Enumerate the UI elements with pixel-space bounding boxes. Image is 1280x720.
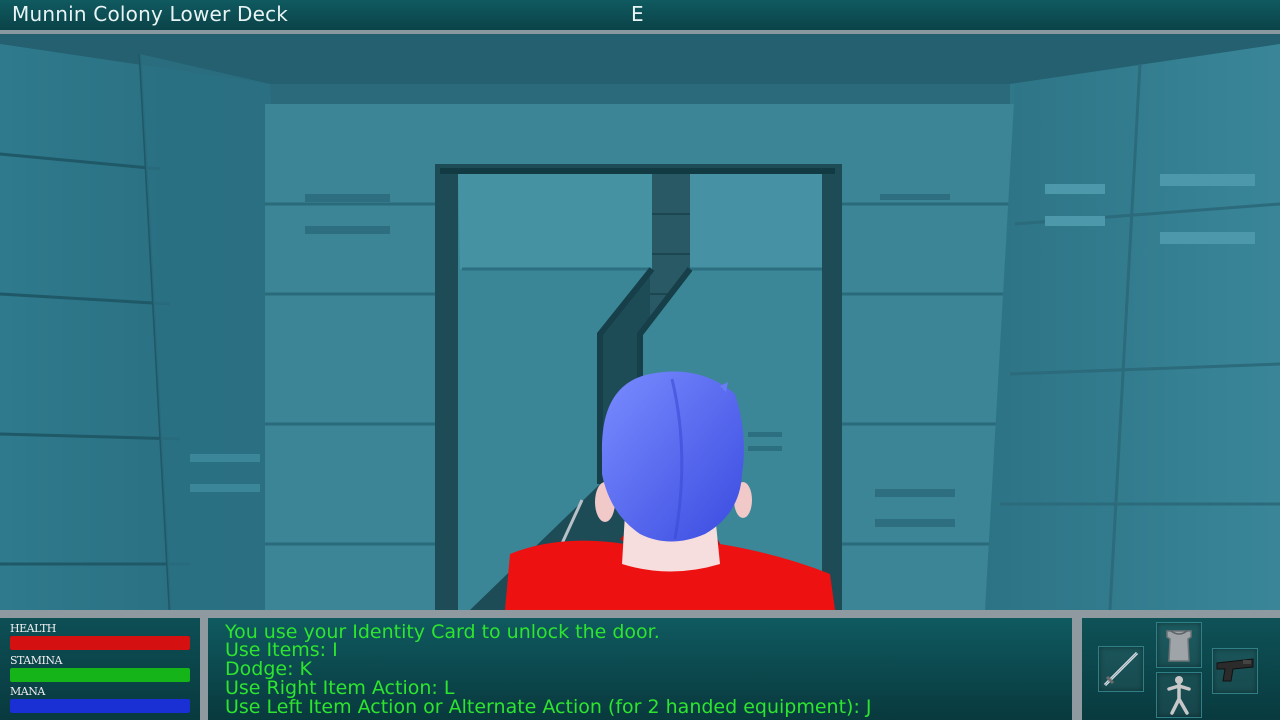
sword-icon [1103,651,1139,687]
right-hand-slot[interactable] [1098,646,1144,692]
game-viewport[interactable] [0,34,1280,610]
armor-icon [1166,630,1192,662]
health-bar-fill [10,636,190,650]
armor-slot[interactable] [1156,622,1202,668]
body-slot[interactable] [1156,672,1202,718]
stamina-bar [10,668,190,682]
left-hand-slot[interactable] [1212,648,1258,694]
right-wall [985,44,1280,610]
corridor-scene [0,34,1280,610]
stats-panel: Health Stamina Mana [0,618,200,720]
message-log: You use your Identity Card to unlock the… [208,618,1072,720]
character-figure-icon [1167,676,1191,715]
top-bar: Munnin Colony Lower Deck E [0,0,1280,34]
location-name: Munnin Colony Lower Deck [12,2,289,26]
mana-bar-fill [10,699,190,713]
mana-label: Mana [10,685,45,698]
equipment-panel [1082,618,1280,720]
mana-bar [10,699,190,713]
stamina-label: Stamina [10,654,62,667]
pistol-icon [1216,658,1254,682]
message-line: Use Left Item Action or Alternate Action… [225,696,872,718]
compass-heading: E [631,2,644,26]
blue-hair [601,371,744,542]
health-label: Health [10,622,56,635]
stamina-bar-fill [10,668,190,682]
health-bar [10,636,190,650]
bottom-hud: Health Stamina Mana You use your Identit… [0,610,1280,720]
